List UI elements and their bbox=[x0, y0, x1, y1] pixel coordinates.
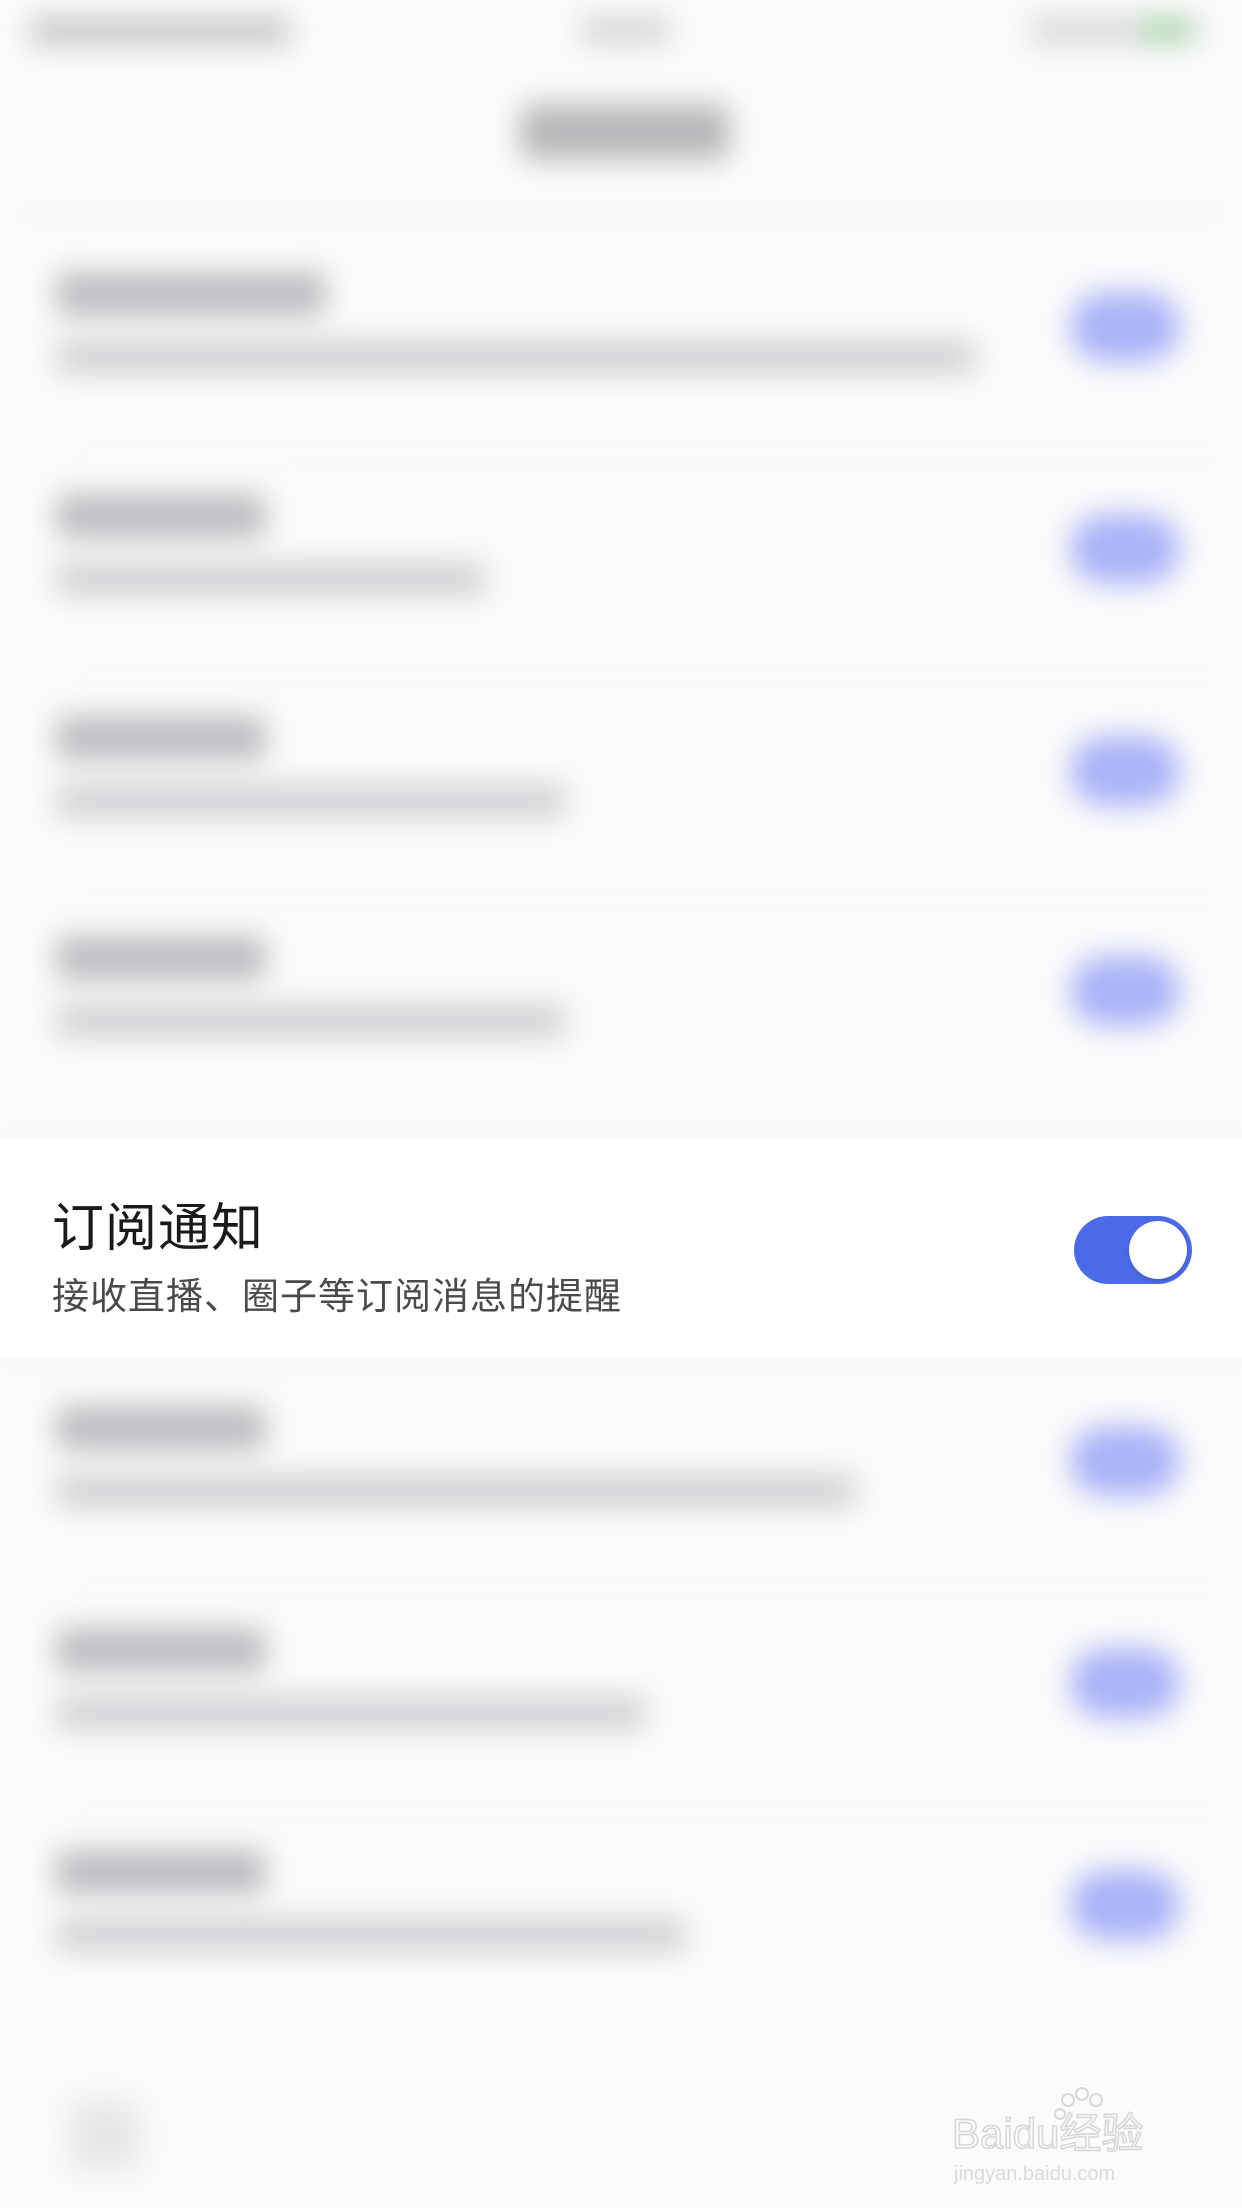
baidu-jingyan-watermark: Baidu经验 jingyan.baidu.com bbox=[951, 2087, 1144, 2185]
toggle-switch-blurred[interactable] bbox=[1070, 956, 1180, 1026]
setting-desc-blurred bbox=[56, 562, 486, 596]
status-bar-left bbox=[30, 16, 290, 46]
setting-desc-blurred bbox=[56, 1004, 566, 1038]
status-bar-time bbox=[580, 16, 670, 44]
setting-desc-blurred bbox=[56, 1696, 646, 1730]
toggle-switch-blurred[interactable] bbox=[1070, 1648, 1180, 1718]
row-divider bbox=[56, 454, 1242, 456]
setting-row-blurred[interactable] bbox=[0, 1814, 1242, 2034]
setting-desc-blurred bbox=[56, 1474, 856, 1508]
setting-row-blurred[interactable] bbox=[0, 680, 1242, 900]
toggle-switch-blurred[interactable] bbox=[1070, 1870, 1180, 1940]
subscription-toggle-switch[interactable] bbox=[1074, 1216, 1192, 1284]
row-divider bbox=[56, 1810, 1242, 1812]
setting-desc-blurred bbox=[56, 784, 566, 818]
battery-icon bbox=[1140, 18, 1190, 42]
setting-row-blurred[interactable] bbox=[0, 900, 1242, 1120]
subscription-notification-row[interactable]: 订阅通知 接收直播、圈子等订阅消息的提醒 bbox=[0, 1138, 1242, 1358]
nav-title bbox=[520, 104, 730, 160]
status-bar bbox=[0, 0, 1242, 64]
notification-settings-screen: 订阅通知 接收直播、圈子等订阅消息的提醒 Baidu经验 jingyan.bai… bbox=[0, 0, 1242, 2208]
toggle-switch-blurred[interactable] bbox=[1070, 514, 1180, 584]
toggle-switch-blurred[interactable] bbox=[1070, 736, 1180, 806]
setting-title-blurred bbox=[56, 272, 326, 316]
setting-description: 接收直播、圈子等订阅消息的提醒 bbox=[52, 1275, 622, 1318]
setting-desc-blurred bbox=[56, 1918, 686, 1952]
row-divider bbox=[56, 1588, 1242, 1590]
setting-desc-blurred bbox=[56, 340, 976, 374]
blurred-background bbox=[0, 0, 1242, 2208]
setting-title-blurred bbox=[56, 1850, 266, 1894]
watermark-brand: Baidu经验 bbox=[952, 2110, 1143, 2157]
setting-row-blurred[interactable] bbox=[0, 458, 1242, 678]
setting-row-blurred[interactable] bbox=[0, 1592, 1242, 1812]
toggle-switch-blurred[interactable] bbox=[1070, 1426, 1180, 1496]
toggle-knob bbox=[1129, 1221, 1187, 1279]
home-indicator-blurred bbox=[70, 2100, 140, 2170]
setting-title: 订阅通知 bbox=[52, 1199, 265, 1259]
setting-row-blurred[interactable] bbox=[0, 1370, 1242, 1590]
toggle-switch-blurred[interactable] bbox=[1070, 292, 1180, 362]
setting-title-blurred bbox=[56, 716, 266, 760]
row-divider bbox=[56, 676, 1242, 678]
setting-title-blurred bbox=[56, 1406, 266, 1450]
setting-title-blurred bbox=[56, 936, 266, 980]
setting-title-blurred bbox=[56, 494, 266, 538]
nav-bar bbox=[0, 64, 1242, 216]
setting-row-blurred[interactable] bbox=[0, 236, 1242, 456]
setting-title-blurred bbox=[56, 1628, 266, 1672]
watermark-url: jingyan.baidu.com bbox=[953, 2163, 1115, 2185]
